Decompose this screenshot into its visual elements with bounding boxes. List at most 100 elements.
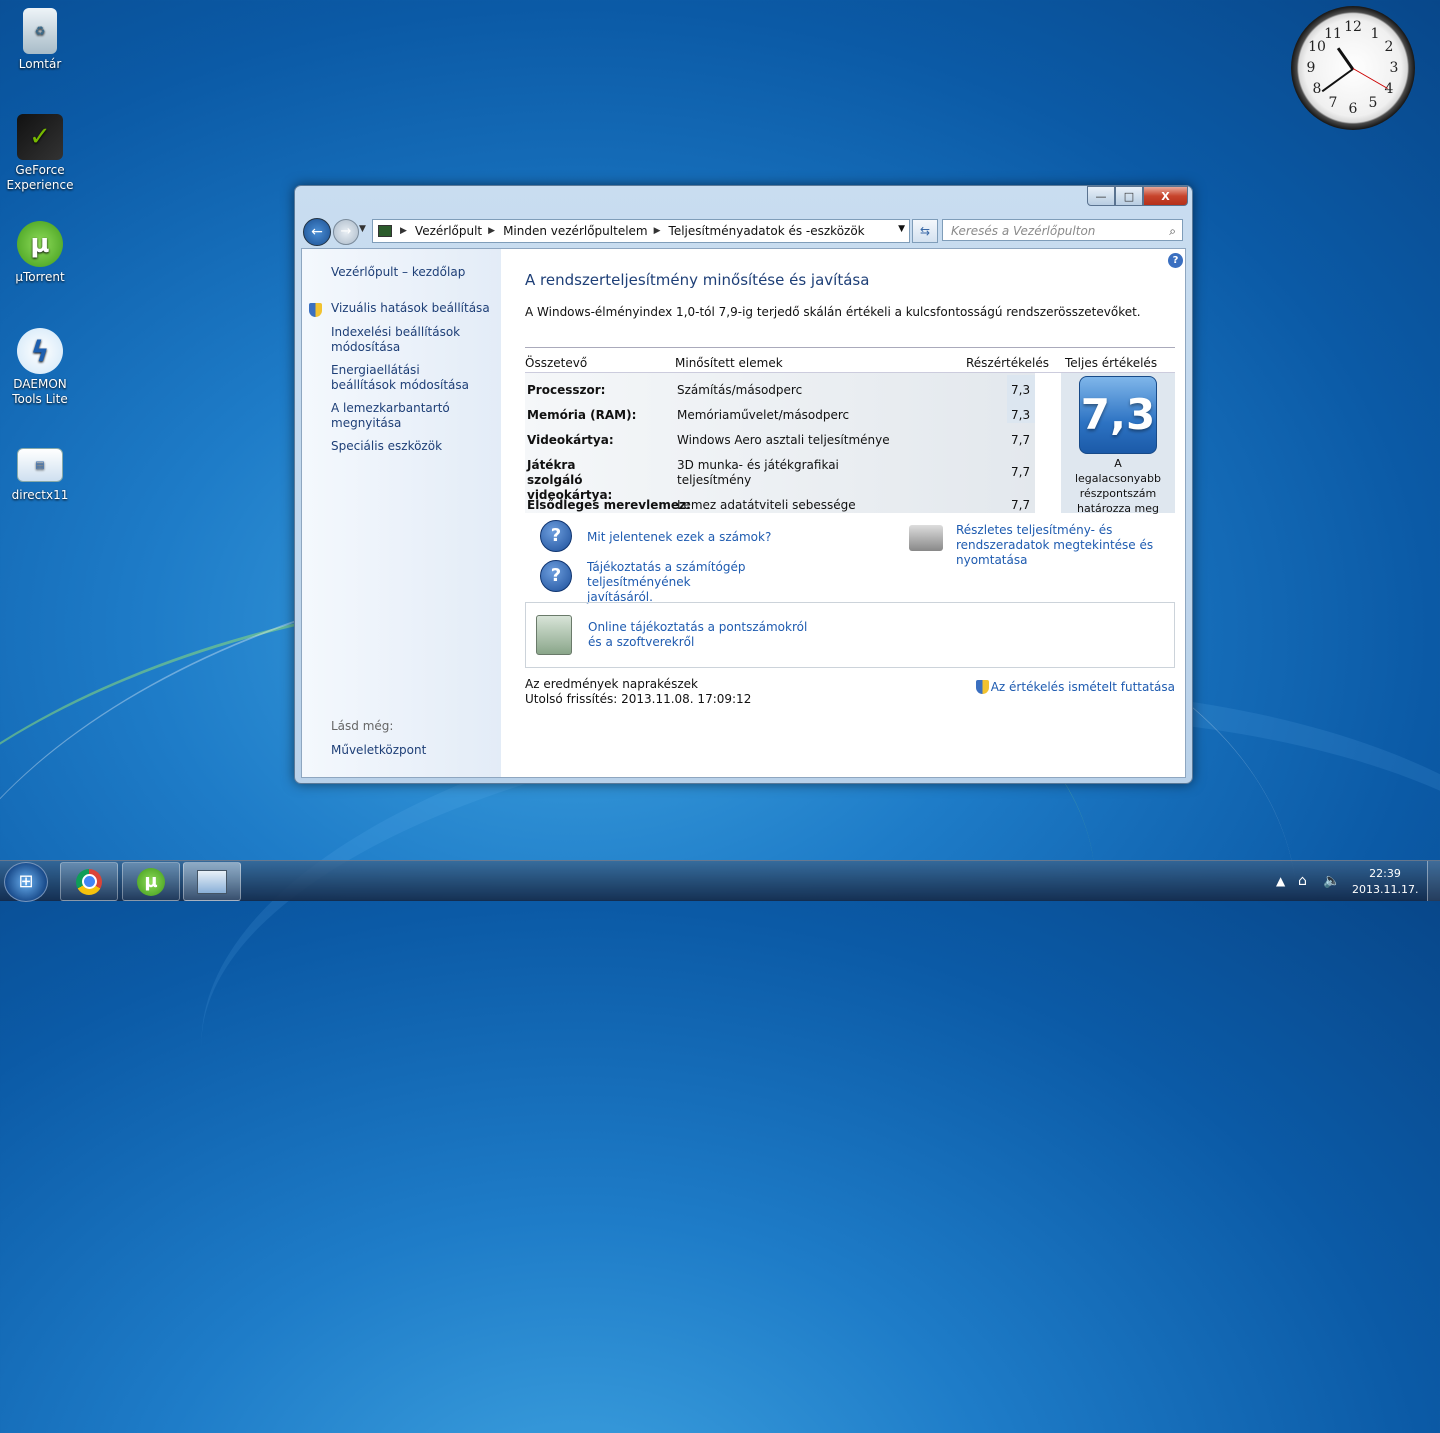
rerun-assessment-link[interactable]: Az értékelés ismételt futtatása	[975, 677, 1175, 694]
clock-time: 22:39	[1369, 867, 1401, 880]
minimize-button[interactable]: —	[1087, 186, 1115, 206]
sidebar-item-power[interactable]: Energiaellátási beállítások módosítása	[331, 363, 481, 393]
show-desktop-button[interactable]	[1427, 861, 1440, 901]
detailed-info-link[interactable]: Részletes teljesítmény- és rendszeradato…	[956, 523, 1176, 568]
sidebar-item-visual-effects[interactable]: Vizuális hatások beállítása	[331, 301, 490, 316]
breadcrumb-item[interactable]: Teljesítményadatok és -eszközök	[669, 224, 865, 238]
see-also-heading: Lásd még:	[331, 719, 394, 733]
search-input[interactable]: Keresés a Vezérlőpulton ⌕	[942, 219, 1183, 241]
subscore-cell: 7,3	[1011, 408, 1031, 422]
desktop-icon-geforce[interactable]: ✓ GeForce Experience	[0, 114, 80, 193]
online-info-link[interactable]: Online tájékoztatás a pontszámokról és a…	[588, 620, 818, 650]
rerun-label: Az értékelés ismételt futtatása	[990, 680, 1175, 694]
start-button[interactable]: ⊞	[4, 862, 48, 902]
column-header: Minősített elemek	[675, 356, 783, 370]
component-cell: Memória (RAM):	[527, 408, 637, 422]
desktop-icon-daemon-tools[interactable]: ϟ DAEMON Tools Lite	[0, 328, 80, 407]
refresh-button[interactable]: ⇆	[912, 219, 938, 243]
base-score-badge: 7,3	[1079, 376, 1157, 454]
recycle-bin-icon: ♻	[23, 8, 57, 54]
improve-performance-link[interactable]: Tájékoztatás a számítógép teljesítményén…	[587, 560, 747, 605]
rated-cell: Windows Aero asztali teljesítménye	[677, 433, 890, 447]
recent-pages-dropdown[interactable]: ▼	[359, 224, 366, 234]
table-header: Összetevő Minősített elemek Részértékelé…	[525, 347, 1175, 373]
rated-cell: Számítás/másodperc	[677, 383, 803, 397]
show-hidden-icons-button[interactable]: ▲	[1276, 861, 1285, 901]
scores-table: Összetevő Minősített elemek Részértékelé…	[525, 347, 1175, 373]
component-cell: Processzor:	[527, 383, 606, 397]
control-panel-icon	[197, 869, 227, 894]
help-question-icon: ?	[540, 520, 572, 552]
content-area: Vezérlőpult – kezdőlap Vizuális hatások …	[301, 248, 1186, 778]
online-info-box: Online tájékoztatás a pontszámokról és a…	[525, 602, 1175, 668]
component-cell: Elsődleges merevlemez:	[527, 498, 691, 512]
clock-number: 6	[1348, 101, 1358, 117]
back-button[interactable]: ←	[303, 218, 331, 246]
subscore-cell: 7,7	[1011, 465, 1031, 479]
help-icon[interactable]: ?	[1168, 253, 1183, 268]
clock-number: 12	[1344, 19, 1362, 35]
page-title: A rendszerteljesítmény minősítése és jav…	[525, 271, 870, 289]
clock-number: 7	[1328, 95, 1338, 111]
volume-icon[interactable]: 🔈	[1323, 861, 1340, 901]
desktop-icon-label: directx11	[11, 488, 69, 502]
sidebar-item-home[interactable]: Vezérlőpult – kezdőlap	[331, 265, 465, 280]
desktop-icon-label: DAEMON Tools Lite	[12, 377, 68, 406]
taskbar: ⊞ µ ▲ ⌂ 🔈 22:39 2013.11.17.	[0, 860, 1440, 902]
search-icon[interactable]: ⌕	[1169, 220, 1176, 242]
column-header: Összetevő	[525, 356, 588, 370]
component-cell: Videokártya:	[527, 433, 614, 447]
address-bar[interactable]: ▶ Vezérlőpult ▶ Minden vezérlőpultelem ▶…	[372, 219, 910, 243]
sidebar-item-indexing[interactable]: Indexelési beállítások módosítása	[331, 325, 471, 355]
clock-number: 11	[1324, 26, 1342, 42]
window-controls: — □ X	[1087, 186, 1188, 206]
taskbar-utorrent[interactable]: µ	[122, 862, 180, 901]
software-box-icon	[536, 615, 572, 655]
breadcrumb-arrow-icon[interactable]: ▶	[654, 226, 661, 236]
breadcrumb-arrow-icon[interactable]: ▶	[488, 226, 495, 236]
status-line: Az eredmények naprakészek	[525, 677, 698, 691]
subscore-cell: 7,3	[1011, 383, 1031, 397]
taskbar-clock[interactable]: 22:39 2013.11.17.	[1352, 866, 1418, 898]
tray-arrow-icon: ▲	[1276, 874, 1286, 888]
desktop-icon-label: GeForce Experience	[6, 163, 74, 192]
clock-number: 5	[1368, 95, 1378, 111]
sidebar-item-disk-cleanup[interactable]: A lemezkarbantartó megnyitása	[331, 401, 461, 431]
clock-gadget[interactable]: 12 1 2 3 4 5 6 7 8 9 10 11	[1291, 6, 1415, 130]
rated-cell: 3D munka- és játékgrafikai teljesítmény	[677, 458, 839, 487]
chrome-icon	[76, 868, 102, 895]
task-pane: Vezérlőpult – kezdőlap Vizuális hatások …	[302, 249, 501, 777]
breadcrumb-item[interactable]: Minden vezérlőpultelem	[503, 224, 648, 238]
directx-icon: ▤	[17, 448, 63, 482]
status-line: Utolsó frissítés: 2013.11.08. 17:09:12	[525, 692, 752, 706]
maximize-button[interactable]: □	[1115, 186, 1143, 206]
refresh-icon: ⇆	[919, 224, 931, 238]
address-dropdown-icon[interactable]: ▼	[898, 224, 905, 234]
taskbar-control-panel[interactable]	[183, 862, 241, 901]
clock-second-hand	[1352, 68, 1388, 89]
clock-number: 9	[1306, 60, 1316, 76]
rated-cell: Memóriaművelet/másodperc	[677, 408, 850, 422]
close-button[interactable]: X	[1143, 186, 1188, 206]
search-placeholder: Keresés a Vezérlőpulton	[951, 224, 1096, 238]
breadcrumb-arrow-icon[interactable]: ▶	[400, 226, 407, 236]
windows-logo-icon: ⊞	[18, 871, 34, 892]
clock-number: 2	[1384, 39, 1394, 55]
forward-button[interactable]: →	[333, 219, 359, 245]
sidebar-item-action-center[interactable]: Műveletközpont	[331, 743, 426, 758]
geforce-icon: ✓	[17, 114, 63, 160]
help-question-icon: ?	[540, 560, 572, 592]
breadcrumb-item[interactable]: Vezérlőpult	[415, 224, 482, 238]
control-panel-icon	[378, 225, 392, 237]
clock-number: 3	[1389, 60, 1399, 76]
desktop-icon-recycle-bin[interactable]: ♻ Lomtár	[0, 8, 80, 71]
utorrent-icon: µ	[17, 221, 63, 267]
network-icon[interactable]: ⌂	[1298, 861, 1307, 901]
desktop-icon-directx11[interactable]: ▤ directx11	[0, 448, 80, 502]
desktop-icon-utorrent[interactable]: µ µTorrent	[0, 221, 80, 284]
printer-icon	[909, 525, 943, 551]
taskbar-chrome[interactable]	[60, 862, 118, 901]
what-numbers-link[interactable]: Mit jelentenek ezek a számok?	[587, 530, 771, 545]
rated-cell: Lemez adatátviteli sebessége	[677, 498, 856, 512]
sidebar-item-advanced-tools[interactable]: Speciális eszközök	[331, 439, 442, 454]
